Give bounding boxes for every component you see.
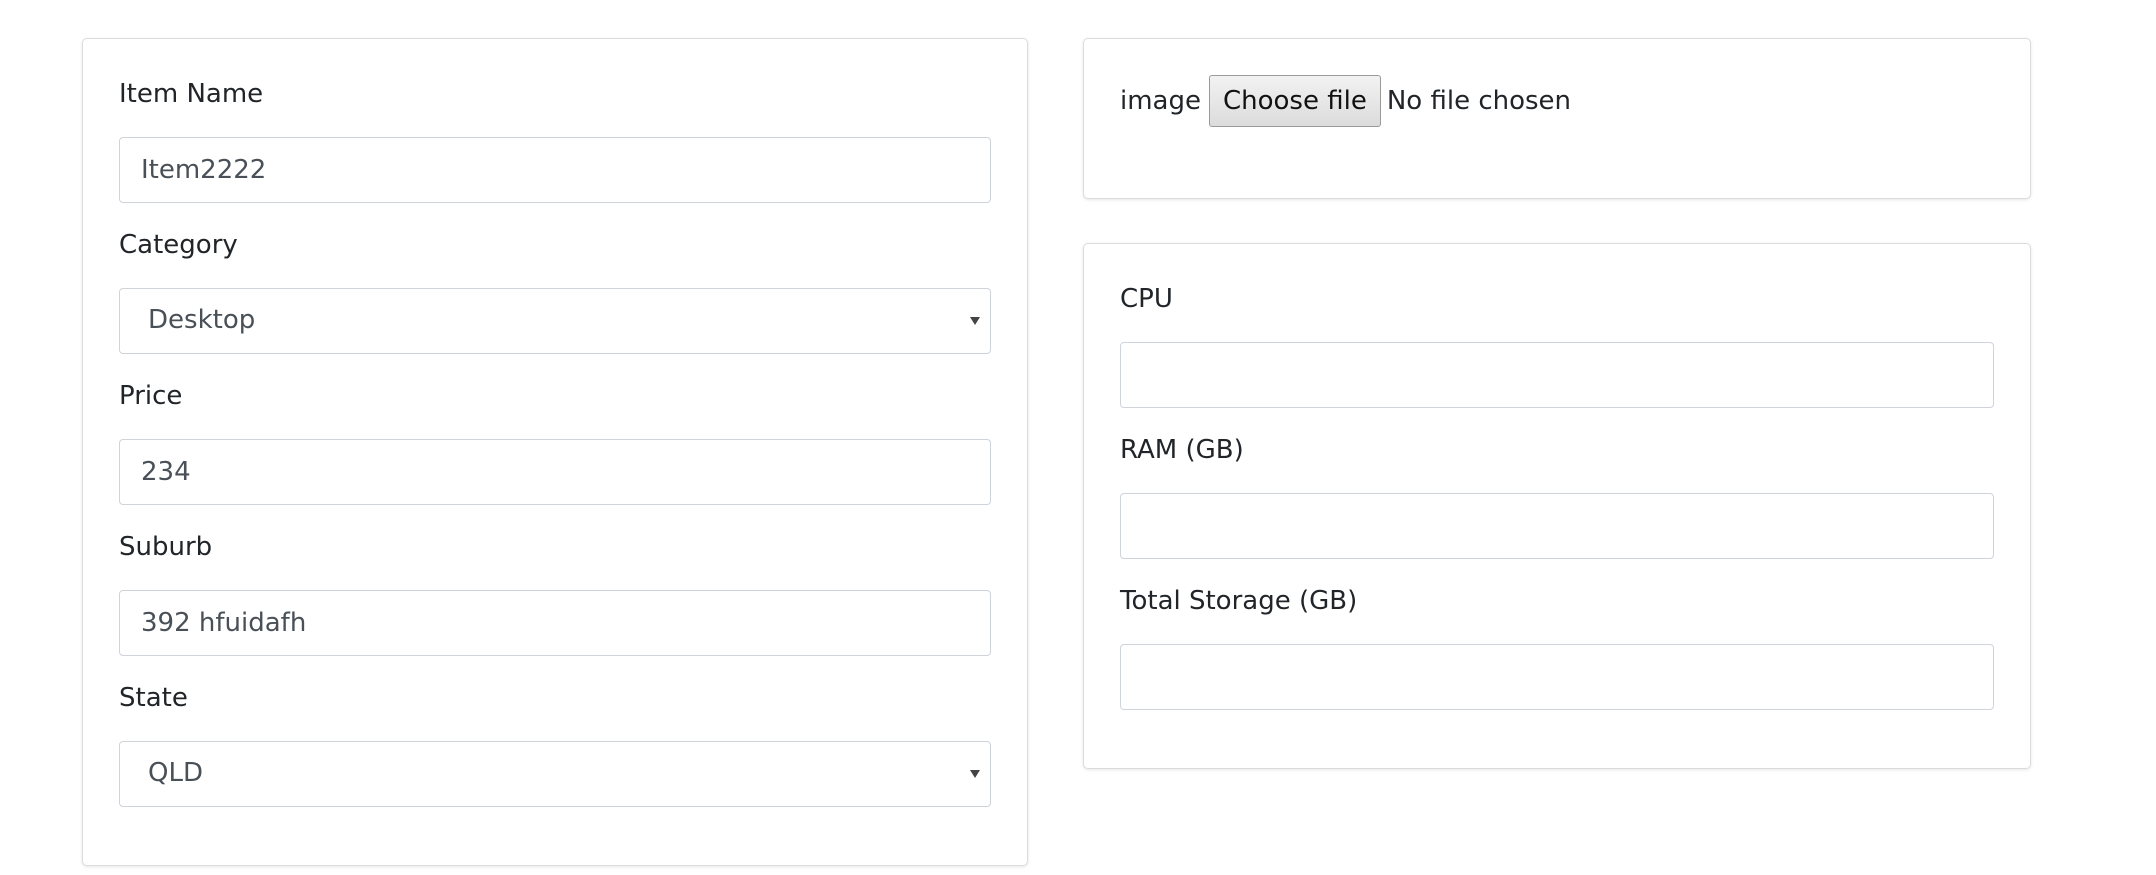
specs-card: CPU RAM (GB) Total Storage (GB) — [1083, 243, 2031, 769]
cpu-label: CPU — [1120, 284, 1173, 314]
state-label: State — [119, 683, 188, 713]
price-label: Price — [119, 381, 183, 411]
category-group: Category Desktop — [119, 229, 991, 354]
storage-input[interactable] — [1120, 644, 1994, 710]
item-name-input[interactable] — [119, 137, 991, 203]
image-file-input: image Choose file No file chosen — [1120, 75, 1571, 127]
ram-label: RAM (GB) — [1120, 435, 1244, 465]
suburb-group: Suburb — [119, 531, 991, 656]
item-name-group: Item Name — [119, 78, 991, 203]
category-selected-value: Desktop — [148, 305, 256, 335]
ram-group: RAM (GB) — [1120, 434, 1994, 559]
category-select[interactable]: Desktop — [119, 288, 991, 354]
category-label: Category — [119, 230, 238, 260]
storage-group: Total Storage (GB) — [1120, 585, 1994, 710]
state-group: State QLD — [119, 682, 991, 807]
item-name-label: Item Name — [119, 79, 264, 109]
choose-file-button[interactable]: Choose file — [1208, 75, 1381, 127]
storage-label: Total Storage (GB) — [1120, 586, 1358, 616]
state-selected-value: QLD — [148, 758, 203, 788]
suburb-input[interactable] — [119, 590, 991, 656]
item-details-card: Item Name Category Desktop Price Suburb … — [82, 38, 1028, 866]
suburb-label: Suburb — [119, 532, 213, 562]
caret-down-icon — [970, 770, 980, 778]
file-status-text: No file chosen — [1386, 86, 1572, 116]
cpu-group: CPU — [1120, 283, 1994, 408]
caret-down-icon — [970, 317, 980, 325]
ram-input[interactable] — [1120, 493, 1994, 559]
price-group: Price — [119, 380, 991, 505]
image-upload-card: image Choose file No file chosen — [1083, 38, 2031, 199]
cpu-input[interactable] — [1120, 342, 1994, 408]
state-select[interactable]: QLD — [119, 741, 991, 807]
image-label: image — [1120, 86, 1201, 116]
price-input[interactable] — [119, 439, 991, 505]
